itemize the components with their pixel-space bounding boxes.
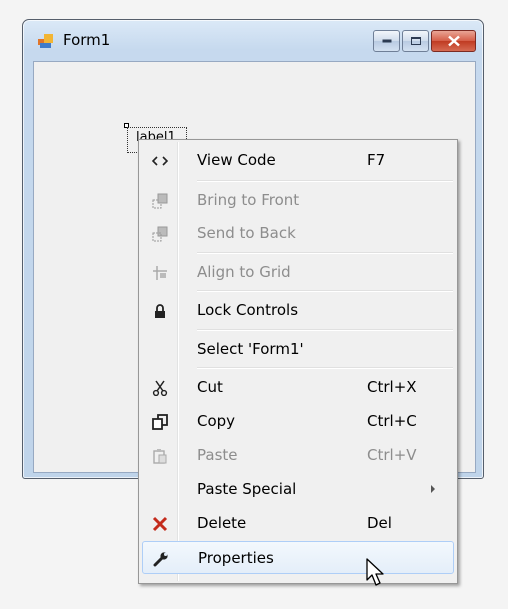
menu-item-label: Lock Controls <box>197 301 299 319</box>
menu-item-label: Align to Grid <box>197 263 291 281</box>
scissors-icon <box>150 378 170 398</box>
menu-item-select-form1[interactable]: Select 'Form1' <box>142 333 454 366</box>
menu-item-delete[interactable]: Delete Del <box>142 507 454 540</box>
menu-item-cut[interactable]: Cut Ctrl+X <box>142 371 454 404</box>
wrench-icon <box>151 549 171 569</box>
menu-item-properties[interactable]: Properties <box>142 541 454 574</box>
menu-item-label: Bring to Front <box>197 191 300 209</box>
copy-icon <box>150 412 170 432</box>
menu-item-label: View Code <box>197 151 276 169</box>
menu-item-label: Delete <box>197 514 247 532</box>
menu-item-label: Select 'Form1' <box>197 340 304 358</box>
form-icon <box>38 34 53 48</box>
lock-icon <box>150 301 170 321</box>
close-icon <box>447 35 460 47</box>
close-button[interactable] <box>431 30 476 52</box>
menu-item-view-code[interactable]: View Code F7 <box>142 144 454 177</box>
menu-item-shortcut: Ctrl+C <box>367 412 417 430</box>
send-to-back-icon <box>150 224 170 244</box>
align-grid-icon <box>150 263 170 283</box>
maximize-icon <box>410 37 421 45</box>
menu-item-bring-to-front[interactable]: Bring to Front <box>142 184 454 217</box>
menu-item-shortcut: Ctrl+X <box>367 378 417 396</box>
menu-item-label: Cut <box>197 378 223 396</box>
menu-item-label: Paste Special <box>197 480 297 498</box>
menu-item-paste-special[interactable]: Paste Special <box>142 473 454 506</box>
paste-icon <box>150 446 170 466</box>
menu-separator <box>197 290 453 292</box>
minimize-button[interactable] <box>373 30 400 52</box>
code-icon <box>150 151 170 171</box>
menu-separator <box>197 329 453 331</box>
minimize-icon <box>382 39 391 43</box>
menu-item-label: Paste <box>197 446 238 464</box>
menu-item-shortcut: Ctrl+V <box>367 446 417 464</box>
menu-item-paste[interactable]: Paste Ctrl+V <box>142 439 454 472</box>
menu-separator <box>197 180 453 182</box>
menu-separator <box>197 252 453 254</box>
menu-item-shortcut: F7 <box>367 151 386 169</box>
submenu-arrow-icon <box>431 485 435 493</box>
title-bar[interactable]: Form1 <box>23 20 483 60</box>
menu-item-lock-controls[interactable]: Lock Controls <box>142 294 454 327</box>
menu-item-align-to-grid[interactable]: Align to Grid <box>142 256 454 289</box>
menu-item-copy[interactable]: Copy Ctrl+C <box>142 405 454 438</box>
delete-x-icon <box>150 514 170 534</box>
menu-item-label: Send to Back <box>197 224 296 242</box>
window-title: Form1 <box>63 31 111 49</box>
menu-item-label: Copy <box>197 412 236 430</box>
bring-to-front-icon <box>150 191 170 211</box>
menu-item-shortcut: Del <box>367 514 392 532</box>
context-menu: View Code F7 Bring to Front Send to Back… <box>138 139 458 584</box>
menu-item-label: Properties <box>198 549 274 567</box>
mouse-pointer-icon <box>366 558 384 586</box>
maximize-button[interactable] <box>402 30 429 52</box>
menu-separator <box>197 367 453 369</box>
menu-item-send-to-back[interactable]: Send to Back <box>142 217 454 250</box>
